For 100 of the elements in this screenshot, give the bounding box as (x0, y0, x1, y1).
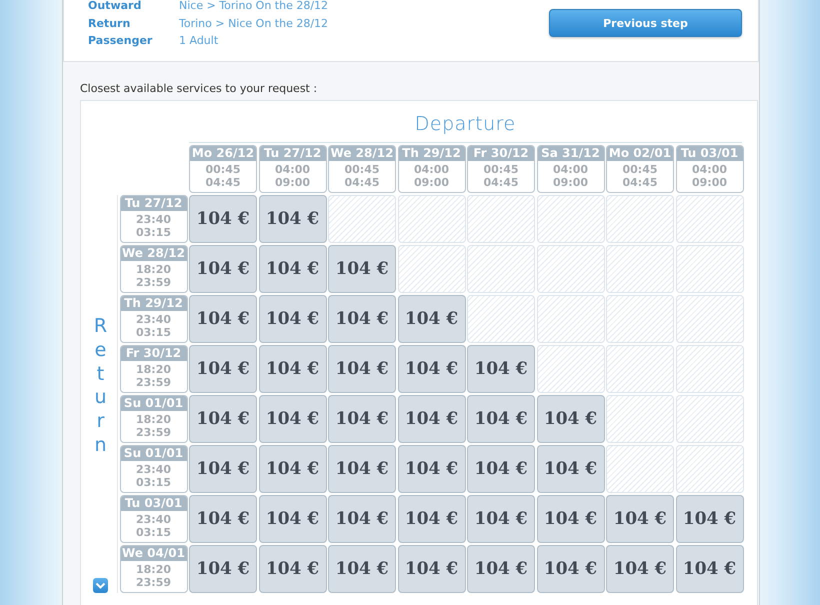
price-cell[interactable]: 104 € (258, 345, 326, 393)
date-label: Tu 03/01 (120, 496, 186, 511)
departure-title: Departure (414, 113, 516, 135)
price-cell[interactable]: 104 € (606, 545, 674, 593)
unavailable-cell (606, 395, 674, 443)
unavailable-cell (676, 395, 744, 443)
date-label: We 28/12 (329, 146, 395, 161)
price-cell[interactable]: 104 € (189, 345, 257, 393)
time-label: 04:00 (692, 163, 727, 176)
price-cell[interactable]: 104 € (189, 245, 257, 293)
price-cell[interactable]: 104 € (189, 295, 257, 343)
unavailable-cell (606, 295, 674, 343)
time-label: 04:45 (344, 176, 380, 189)
price-cell[interactable]: 104 € (328, 495, 396, 543)
price-cell[interactable]: 104 € (258, 395, 326, 443)
summary-label: Outward (88, 0, 142, 14)
price-cell[interactable]: 104 € (467, 395, 535, 443)
time-label: 09:00 (414, 176, 449, 189)
unavailable-cell (536, 295, 604, 343)
price-cell[interactable]: 104 € (189, 445, 257, 493)
unavailable-cell (606, 245, 674, 293)
unavailable-cell (467, 195, 535, 243)
price-cell[interactable]: 104 € (398, 445, 466, 493)
date-label: Th 29/12 (120, 296, 186, 311)
time-label: 00:45 (205, 163, 240, 176)
price-cell[interactable]: 104 € (536, 395, 604, 443)
unavailable-cell (467, 295, 535, 343)
time-label: 04:00 (414, 163, 449, 176)
unavailable-cell (536, 345, 604, 393)
time-label: 00:45 (483, 163, 518, 176)
intro-text: Closest available services to your request : (80, 82, 318, 95)
unavailable-cell (676, 445, 744, 493)
price-cell[interactable]: 104 € (606, 495, 674, 543)
unavailable-cell (606, 445, 674, 493)
time-label: 18:20 (136, 413, 171, 426)
price-cell[interactable]: 104 € (398, 345, 466, 393)
date-label: Fr 30/12 (468, 146, 534, 161)
summary-value: Torino > Nice On the 28/12 (179, 16, 328, 32)
price-cell[interactable]: 104 € (536, 445, 604, 493)
price-cell[interactable]: 104 € (258, 245, 326, 293)
date-label: Mo 26/12 (190, 146, 256, 161)
unavailable-cell (398, 245, 466, 293)
price-cell[interactable]: 104 € (536, 545, 604, 593)
price-cell[interactable]: 104 € (467, 445, 535, 493)
time-label: 23:59 (136, 376, 171, 389)
summary-value: Nice > Torino On the 28/12 (179, 0, 328, 14)
price-cell[interactable]: 104 € (676, 545, 744, 593)
price-cell[interactable]: 104 € (258, 195, 326, 243)
date-label: Tu 27/12 (120, 196, 186, 211)
price-cell[interactable]: 104 € (258, 295, 326, 343)
chevron-down-icon (95, 582, 106, 590)
time-label: 09:00 (692, 176, 727, 189)
price-cell[interactable]: 104 € (328, 245, 396, 293)
date-label: Tu 27/12 (260, 146, 326, 161)
time-label: 18:20 (136, 563, 171, 576)
unavailable-cell (536, 195, 604, 243)
unavailable-cell (606, 345, 674, 393)
scroll-down-button[interactable] (93, 578, 108, 593)
time-label: 23:59 (136, 276, 171, 289)
price-cell[interactable]: 104 € (258, 445, 326, 493)
time-label: 04:45 (483, 176, 518, 189)
return-title: Return (92, 315, 108, 458)
time-label: 18:20 (136, 263, 171, 276)
date-label: Su 01/01 (120, 446, 186, 461)
time-label: 09:00 (552, 176, 588, 189)
price-cell[interactable]: 104 € (328, 295, 396, 343)
price-cell[interactable]: 104 € (189, 195, 257, 243)
date-label: Mo 02/01 (607, 146, 673, 161)
unavailable-cell (536, 245, 604, 293)
time-label: 23:40 (136, 313, 171, 326)
time-label: 03:15 (136, 226, 171, 239)
price-cell[interactable]: 104 € (258, 545, 326, 593)
date-label: Tu 03/01 (676, 146, 742, 161)
price-cell[interactable]: 104 € (467, 345, 535, 393)
price-cell[interactable]: 104 € (189, 545, 257, 593)
price-cell[interactable]: 104 € (398, 495, 466, 543)
price-cell[interactable]: 104 € (398, 295, 466, 343)
price-cell[interactable]: 104 € (328, 345, 396, 393)
time-label: 23:59 (136, 426, 171, 439)
price-cell[interactable]: 104 € (328, 395, 396, 443)
price-cell[interactable]: 104 € (536, 495, 604, 543)
time-label: 04:45 (205, 176, 240, 189)
price-cell[interactable]: 104 € (258, 495, 326, 543)
unavailable-cell (328, 195, 396, 243)
unavailable-cell (676, 195, 744, 243)
time-label: 03:15 (136, 326, 171, 339)
time-label: 03:15 (136, 526, 171, 539)
price-cell[interactable]: 104 € (676, 495, 744, 543)
price-cell[interactable]: 104 € (467, 495, 535, 543)
unavailable-cell (676, 245, 744, 293)
price-cell[interactable]: 104 € (398, 545, 466, 593)
price-cell[interactable]: 104 € (189, 495, 257, 543)
price-cell[interactable]: 104 € (189, 395, 257, 443)
time-label: 04:00 (274, 163, 310, 176)
price-cell[interactable]: 104 € (398, 395, 466, 443)
price-cell[interactable]: 104 € (328, 445, 396, 493)
date-label: Th 29/12 (398, 146, 464, 161)
unavailable-cell (398, 195, 466, 243)
price-cell[interactable]: 104 € (467, 545, 535, 593)
price-cell[interactable]: 104 € (328, 545, 396, 593)
